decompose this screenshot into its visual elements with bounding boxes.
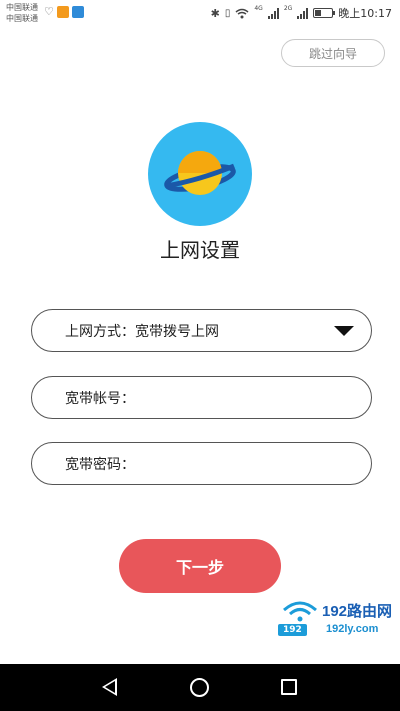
connection-type-select[interactable]: 上网方式： 宽带拨号上网: [31, 309, 372, 352]
app-notification-icon: [56, 6, 69, 18]
navigation-bar: [0, 664, 400, 711]
password-input[interactable]: [137, 448, 371, 479]
battery-icon: [313, 8, 336, 18]
status-time: 晚上10:17: [338, 7, 392, 20]
network-badge-2: 2G: [283, 5, 293, 12]
status-bar: 中国联通 中国联通 ♡ ✱ ▯ 4G 2G 晚上10:17: [0, 0, 400, 27]
account-field[interactable]: 宽带帐号：: [31, 376, 372, 419]
watermark-url: 192ly.com: [326, 623, 379, 635]
connection-type-value: 宽带拨号上网: [135, 323, 219, 340]
password-field[interactable]: 宽带密码：: [31, 442, 372, 485]
wifi-icon: [235, 8, 249, 18]
account-input[interactable]: [137, 382, 371, 413]
account-label: 宽带帐号：: [65, 390, 135, 407]
password-label: 宽带密码：: [65, 456, 135, 473]
wifi-logo-icon: [283, 601, 317, 622]
back-triangle-icon[interactable]: [102, 678, 117, 696]
recent-square-icon[interactable]: [281, 679, 297, 695]
watermark-logo: 192路由网 192 192ly.com: [278, 598, 396, 640]
page-title: 上网设置: [160, 238, 240, 262]
app-notification-icon: [71, 6, 84, 18]
signal-strength-icon: [297, 7, 309, 19]
bluetooth-icon: ✱: [210, 6, 220, 20]
watermark-badge: 192: [278, 624, 307, 636]
next-step-button[interactable]: 下一步: [119, 539, 281, 593]
notification-icons: ♡: [44, 6, 84, 18]
network-badge-1: 4G: [254, 5, 263, 12]
skip-wizard-button[interactable]: 跳过向导: [281, 39, 385, 67]
vibrate-icon: ▯: [224, 7, 231, 19]
signal-strength-icon: [267, 7, 279, 19]
heart-rate-icon: ♡: [44, 5, 54, 18]
planet-icon: [148, 122, 252, 226]
carrier-1: 中国联通: [6, 3, 38, 12]
carrier-info: 中国联通 中国联通: [6, 2, 38, 24]
status-icons: ✱ ▯ 4G 2G 晚上10:17: [211, 5, 392, 21]
carrier-2: 中国联通: [6, 14, 38, 23]
dropdown-arrow-icon[interactable]: [334, 326, 354, 336]
home-circle-icon[interactable]: [190, 678, 209, 697]
watermark-brand: 192路由网: [322, 603, 393, 620]
connection-type-label: 上网方式：: [65, 323, 135, 340]
